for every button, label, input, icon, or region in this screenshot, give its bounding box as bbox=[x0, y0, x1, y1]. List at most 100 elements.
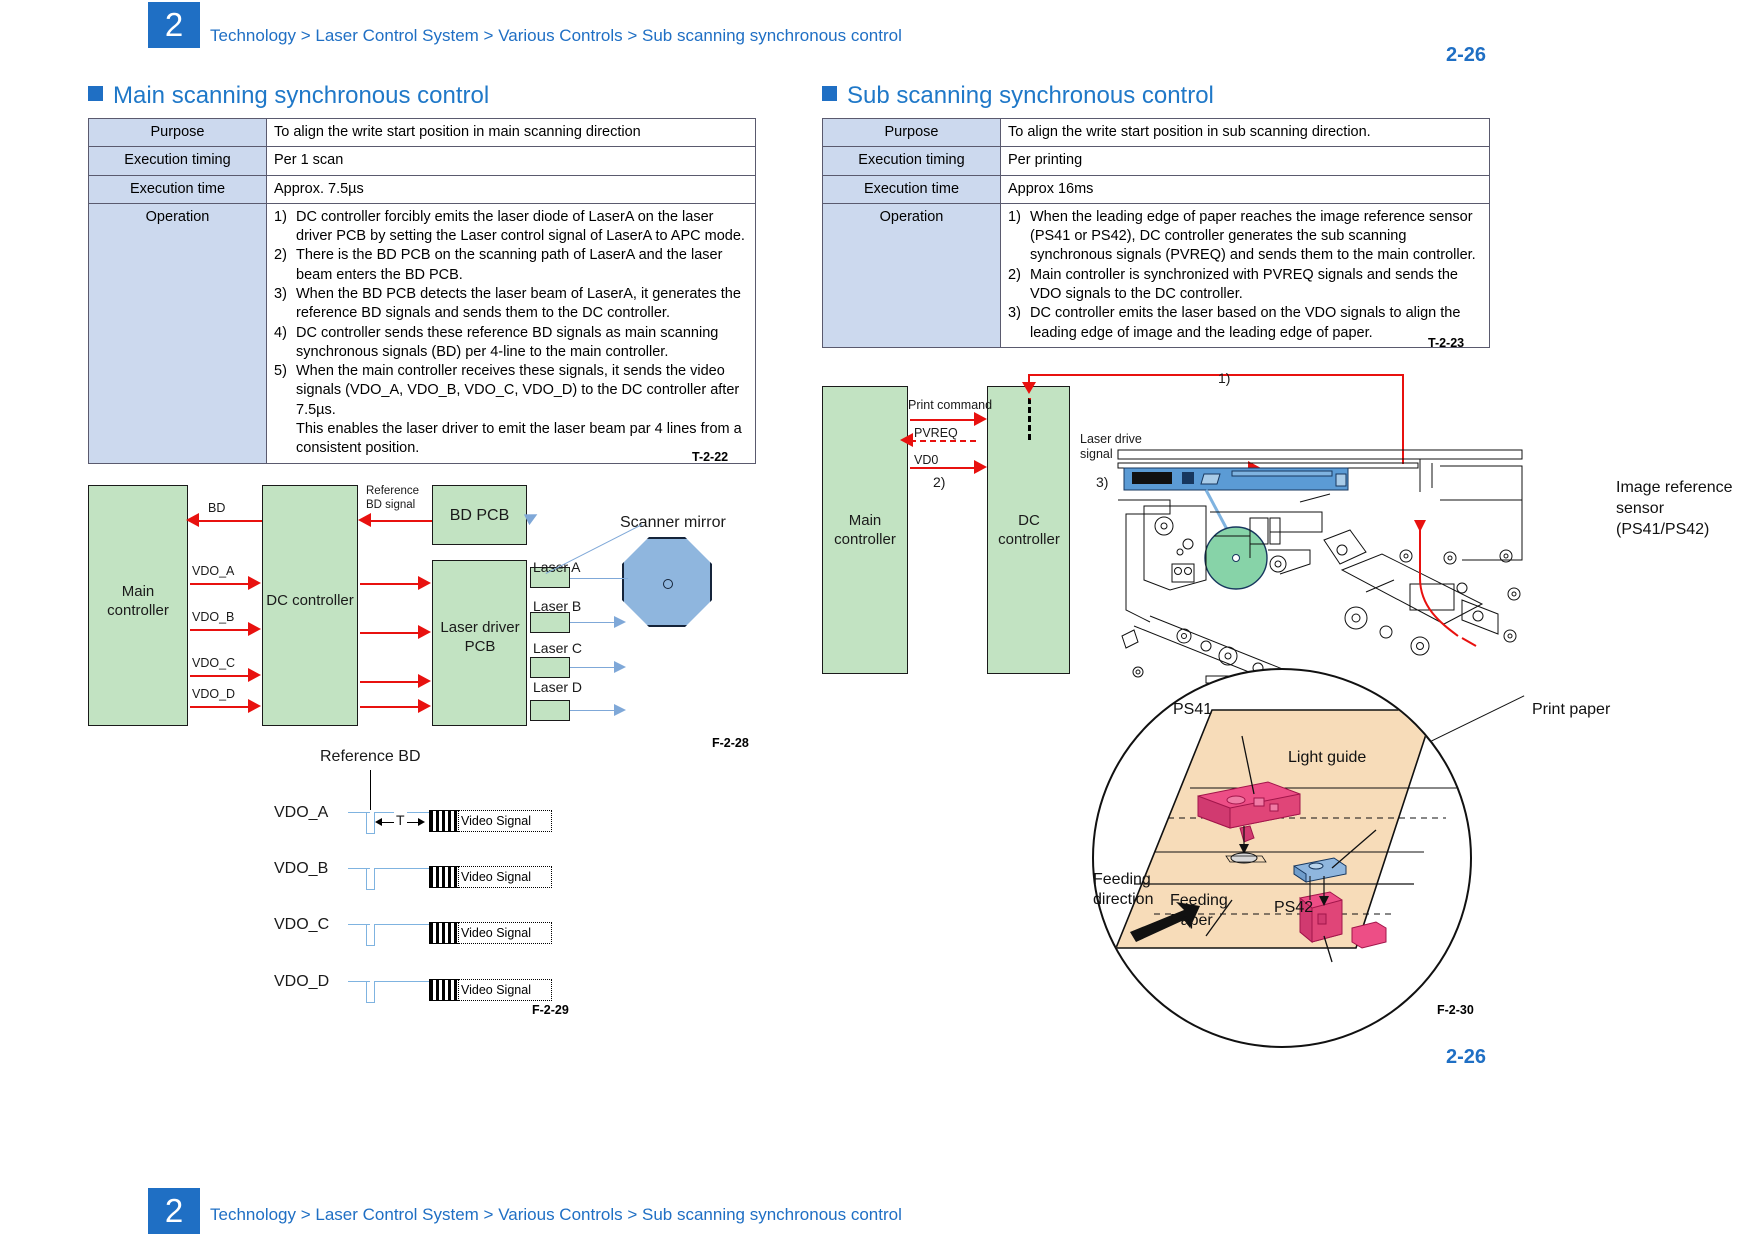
main-controller-label-2: Main controller bbox=[834, 512, 896, 548]
item-text: When the main controller receives these … bbox=[296, 363, 740, 418]
right-heading-text: Sub scanning synchronous control bbox=[847, 82, 1214, 109]
channel-label-vdo-b: VDO_B bbox=[274, 860, 329, 877]
table-row: Purpose To align the write start positio… bbox=[822, 117, 1490, 148]
item-text: When the leading edge of paper reaches t… bbox=[1030, 208, 1476, 264]
left-figure-caption: F-2-28 bbox=[712, 736, 749, 750]
wf-c-video-signal: Video Signal bbox=[458, 922, 552, 944]
wf-c-pulse-r bbox=[374, 924, 375, 946]
wf-d-burst bbox=[429, 979, 459, 1001]
feeding-direction-label: Feeding direction bbox=[1093, 871, 1154, 908]
laser-b-beam-head bbox=[614, 616, 626, 628]
bullet-square-icon bbox=[88, 86, 103, 101]
step1-top-line bbox=[1028, 374, 1404, 376]
vdo-a-label: VDO_A bbox=[192, 564, 235, 578]
sensor-magnifier-circle bbox=[1092, 668, 1472, 1048]
list-item: 2) There is the BD PCB on the scanning pa… bbox=[274, 246, 748, 285]
row-key: Purpose bbox=[822, 117, 1001, 148]
laser-driver-pcb-label: Laser driver PCB bbox=[440, 619, 520, 655]
main-scanning-spec-table: Purpose To align the write start positio… bbox=[88, 117, 756, 464]
pvreq-arrow bbox=[910, 440, 976, 442]
laser-c-beam bbox=[570, 667, 616, 668]
list-item: 2) Main controller is synchronized with P… bbox=[1008, 266, 1482, 305]
item-text: DC controller forcibly emits the laser d… bbox=[296, 208, 745, 245]
table-row: Execution time Approx 16ms bbox=[822, 174, 1490, 204]
row-value: Approx. 7.5µs bbox=[266, 174, 756, 204]
wf-c-burst bbox=[429, 922, 459, 944]
document-page: 2 Technology > Laser Control System > Va… bbox=[0, 0, 1754, 1240]
dc-to-driver-arrow-2 bbox=[360, 632, 420, 634]
item-text: This enables the laser driver to emit th… bbox=[296, 420, 742, 457]
print-paper-label: Print paper bbox=[1532, 701, 1611, 718]
header-page-number: 2-26 bbox=[1445, 44, 1486, 66]
step2-marker: 2) bbox=[933, 474, 946, 490]
magnifier-contents bbox=[1114, 709, 1466, 963]
vdo-d-arrow-head bbox=[248, 699, 261, 713]
row-value: 1) DC controller forcibly emits the laser… bbox=[266, 202, 756, 464]
wf-a-pulse-l bbox=[366, 812, 367, 834]
left-heading-text: Main scanning synchronous control bbox=[113, 82, 490, 109]
row-value: To align the write start position in sub… bbox=[1000, 117, 1490, 148]
item-text: DC controller sends these reference BD s… bbox=[296, 324, 719, 360]
channel-label-vdo-c: VDO_C bbox=[274, 916, 330, 933]
dc-to-driver-head-4 bbox=[418, 699, 431, 713]
ps41-label: PS41 bbox=[1173, 701, 1213, 718]
row-value: Per printing bbox=[1000, 146, 1490, 176]
pvreq-dashed-vert bbox=[1028, 398, 1031, 440]
laser-d-beam-head bbox=[614, 704, 626, 716]
footer-chapter-chip: 2 bbox=[148, 1188, 200, 1234]
wf-b-pulse-r bbox=[374, 868, 375, 890]
list-item: 1) When the leading edge of paper reaches… bbox=[1008, 208, 1482, 266]
print-command-arrow-head bbox=[974, 412, 987, 426]
right-section-heading: Sub scanning synchronous control bbox=[822, 82, 1214, 110]
wf-d-video-signal: Video Signal bbox=[458, 979, 552, 1001]
item-text: When the BD PCB detects the laser beam o… bbox=[296, 285, 741, 322]
row-value: 1) When the leading edge of paper reaches… bbox=[1000, 202, 1490, 348]
right-table-caption: T-2-23 bbox=[1428, 336, 1465, 350]
vd0-label: VD0 bbox=[914, 453, 939, 467]
dc-to-driver-arrow-3 bbox=[360, 681, 420, 683]
pvreq-label: PVREQ bbox=[914, 426, 958, 440]
print-command-arrow bbox=[910, 419, 976, 421]
list-item: 5) When the main controller receives thes… bbox=[274, 362, 748, 420]
reference-bd-pointer bbox=[370, 770, 371, 810]
wf-b-pulse-l bbox=[366, 868, 367, 890]
reference-bd-arrow-head bbox=[358, 513, 371, 527]
vdo-d-label: VDO_D bbox=[192, 687, 236, 701]
list-item: 3) DC controller emits the laser based on… bbox=[1008, 304, 1482, 343]
laser-c-label: Laser C bbox=[533, 640, 583, 656]
item-number: 2) bbox=[274, 247, 287, 264]
vdo-c-arrow-line bbox=[190, 675, 250, 677]
table-row-operation: Operation 1) DC controller forcibly emits… bbox=[88, 202, 756, 464]
vdo-a-arrow-line bbox=[190, 583, 250, 585]
laser-c-stub bbox=[530, 657, 570, 678]
laser-b-label: Laser B bbox=[533, 598, 582, 614]
vdo-b-arrow-line bbox=[190, 629, 250, 631]
bd-signal-label: BD bbox=[208, 501, 226, 515]
laser-d-label: Laser D bbox=[533, 679, 583, 695]
vdo-a-arrow-head bbox=[248, 576, 261, 590]
item-number: 1) bbox=[1008, 208, 1021, 225]
wf-d-pulse-r bbox=[374, 981, 375, 1003]
item-text: Main controller is synchronized with PVR… bbox=[1030, 266, 1458, 302]
vdo-c-arrow-head bbox=[248, 668, 261, 682]
bd-arrow-head bbox=[186, 513, 199, 527]
print-command-label: Print command bbox=[908, 398, 993, 412]
row-key: Purpose bbox=[88, 117, 267, 148]
interval-label: T bbox=[394, 812, 407, 828]
dc-to-driver-arrow-4 bbox=[360, 706, 420, 708]
operation-list: 1) When the leading edge of paper reaches… bbox=[1008, 208, 1482, 343]
item-text: DC controller emits the laser based on t… bbox=[1030, 305, 1461, 341]
row-key: Operation bbox=[822, 202, 1001, 348]
interval-arrow-head-right bbox=[418, 818, 425, 826]
channel-label-vdo-a: VDO_A bbox=[274, 804, 329, 821]
item-number: 1) bbox=[274, 208, 287, 225]
row-key: Execution timing bbox=[822, 146, 1001, 176]
wf-a-video-signal: Video Signal bbox=[458, 810, 552, 832]
bd-arrow-line bbox=[198, 520, 262, 522]
wf-d-post bbox=[374, 981, 430, 982]
vd0-arrow-head bbox=[974, 460, 987, 474]
row-key: Operation bbox=[88, 202, 267, 464]
dc-to-driver-head-1 bbox=[418, 576, 431, 590]
vdo-b-arrow-head bbox=[248, 622, 261, 636]
row-key: Execution time bbox=[822, 174, 1001, 204]
